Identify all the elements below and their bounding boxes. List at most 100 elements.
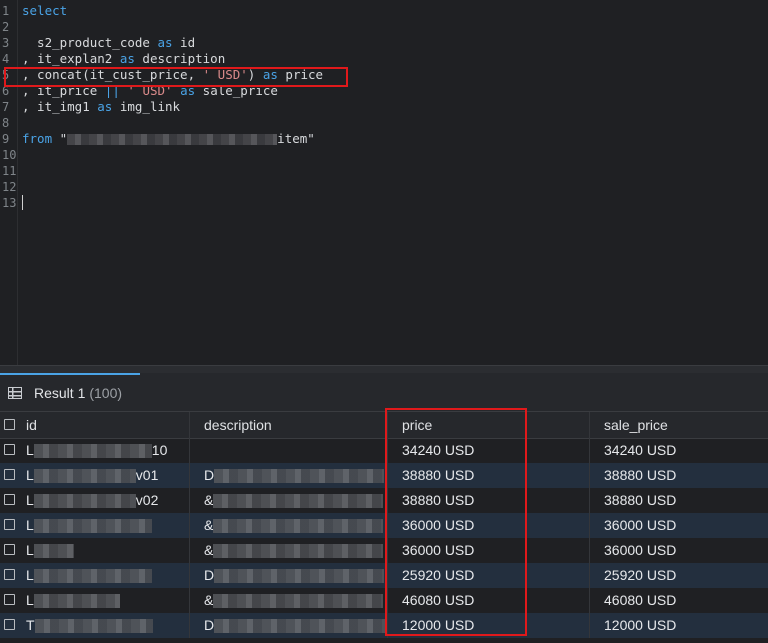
id-prefix: L [26,592,34,608]
cell-id[interactable]: T [0,613,190,638]
id-prefix: T [26,617,35,633]
cell-description[interactable]: & [190,588,388,613]
line-number: 11 [2,164,17,178]
cell-sale-price[interactable]: 12000 USD [590,613,768,638]
id-prefix: L [26,517,34,533]
code-text: s2_product_code as id [22,35,195,51]
table-row[interactable]: L & 36000 USD 36000 USD [0,513,768,538]
line-number: 8 [2,116,10,130]
code-text: , it_explan2 as description [22,51,225,67]
sql-token: description [134,51,226,66]
sql-editor[interactable]: 1 select 2 3 s2_product_code as id 4 , it_exp… [0,0,768,365]
redacted-text [213,594,384,609]
table-row[interactable]: Lv01 D 38880 USD 38880 USD [0,463,768,488]
grid-icon [8,387,22,399]
select-all-checkbox[interactable] [4,419,15,430]
result-row-count: (100) [89,385,123,401]
line-number: 13 [2,196,17,210]
result-tabbar: Result 1 (100) [0,373,768,412]
cell-description[interactable]: & [190,538,388,563]
id-prefix: L [26,467,34,483]
cell-description[interactable]: & [190,488,388,513]
description-prefix: & [204,517,214,533]
cell-id[interactable]: L [0,563,190,588]
cell-id[interactable]: L [0,588,190,613]
sql-keyword: as [97,99,113,114]
column-header-description[interactable]: description [190,412,388,438]
sql-token: id [172,35,196,50]
redacted-text [33,494,136,509]
sql-token: img_link [112,99,181,114]
table-row[interactable]: L & 46080 USD 46080 USD [0,588,768,613]
cell-description[interactable]: D [190,463,388,488]
description-prefix: D [204,567,215,583]
description-prefix: & [204,492,214,508]
redacted-text [33,569,152,584]
cell-description[interactable]: & [190,513,388,538]
row-checkbox[interactable] [4,469,15,480]
cell-id[interactable]: L [0,538,190,563]
result-tab-label: Result 1 [34,385,86,401]
table-row[interactable]: L D 25920 USD 25920 USD [0,563,768,588]
id-prefix: L [26,567,34,583]
redacted-text [33,544,74,559]
row-checkbox[interactable] [4,544,15,555]
highlight-box-line-5 [4,67,348,87]
redacted-text [33,594,120,609]
description-prefix: & [204,592,214,608]
table-row[interactable]: Lv02 & 38880 USD 38880 USD [0,488,768,513]
code-text: select [22,3,67,19]
cell-sale-price[interactable]: 34240 USD [590,438,768,463]
sql-token: " [52,131,68,146]
redacted-text [214,619,387,634]
cell-description[interactable]: D [190,563,388,588]
tab-result-1[interactable]: Result 1 (100) [0,373,140,411]
cell-sale-price[interactable]: 38880 USD [590,463,768,488]
table-row[interactable]: T D 12000 USD 12000 USD [0,613,768,638]
row-checkbox[interactable] [4,444,15,455]
line-number: 7 [2,100,10,114]
table-row[interactable]: L & 36000 USD 36000 USD [0,538,768,563]
sql-keyword: from [22,131,53,146]
id-prefix: L [26,542,34,558]
cell-description[interactable] [190,438,388,463]
redacted-text [213,494,384,509]
description-prefix: D [204,467,215,483]
cell-id[interactable]: Lv02 [0,488,190,513]
cell-sale-price[interactable]: 25920 USD [590,563,768,588]
row-checkbox[interactable] [4,619,15,630]
column-header-label: id [26,417,37,433]
column-header-label: sale_price [604,417,668,433]
cell-sale-price[interactable]: 46080 USD [590,588,768,613]
column-header-label: description [204,417,272,433]
column-header-sale-price[interactable]: sale_price [590,412,768,438]
line-number: 2 [2,20,10,34]
row-checkbox[interactable] [4,569,15,580]
line-number: 1 [2,4,10,18]
redacted-text [213,519,384,534]
cell-id[interactable]: L 10 [0,438,190,463]
cell-sale-price[interactable]: 38880 USD [590,488,768,513]
id-prefix: L [26,442,34,458]
cell-sale-price[interactable]: 36000 USD [590,513,768,538]
cell-sale-price[interactable]: 36000 USD [590,538,768,563]
text-cursor [22,195,23,210]
redacted-text [67,134,278,145]
row-checkbox[interactable] [4,494,15,505]
cell-description[interactable]: D [190,613,388,638]
cell-id[interactable]: Lv01 [0,463,190,488]
column-header-id[interactable]: id [0,412,190,438]
line-number: 12 [2,180,17,194]
redacted-text [33,519,152,534]
redacted-text [214,469,385,484]
redacted-text [33,469,136,484]
cell-id[interactable]: L [0,513,190,538]
redacted-text [33,444,152,459]
table-header-row: id description price sale_price [0,412,768,439]
id-suffix: 10 [151,442,168,458]
description-prefix: & [204,542,214,558]
table-row[interactable]: L 10 34240 USD 34240 USD [0,438,768,463]
code-text: from " item" [22,131,315,147]
row-checkbox[interactable] [4,519,15,530]
row-checkbox[interactable] [4,594,15,605]
